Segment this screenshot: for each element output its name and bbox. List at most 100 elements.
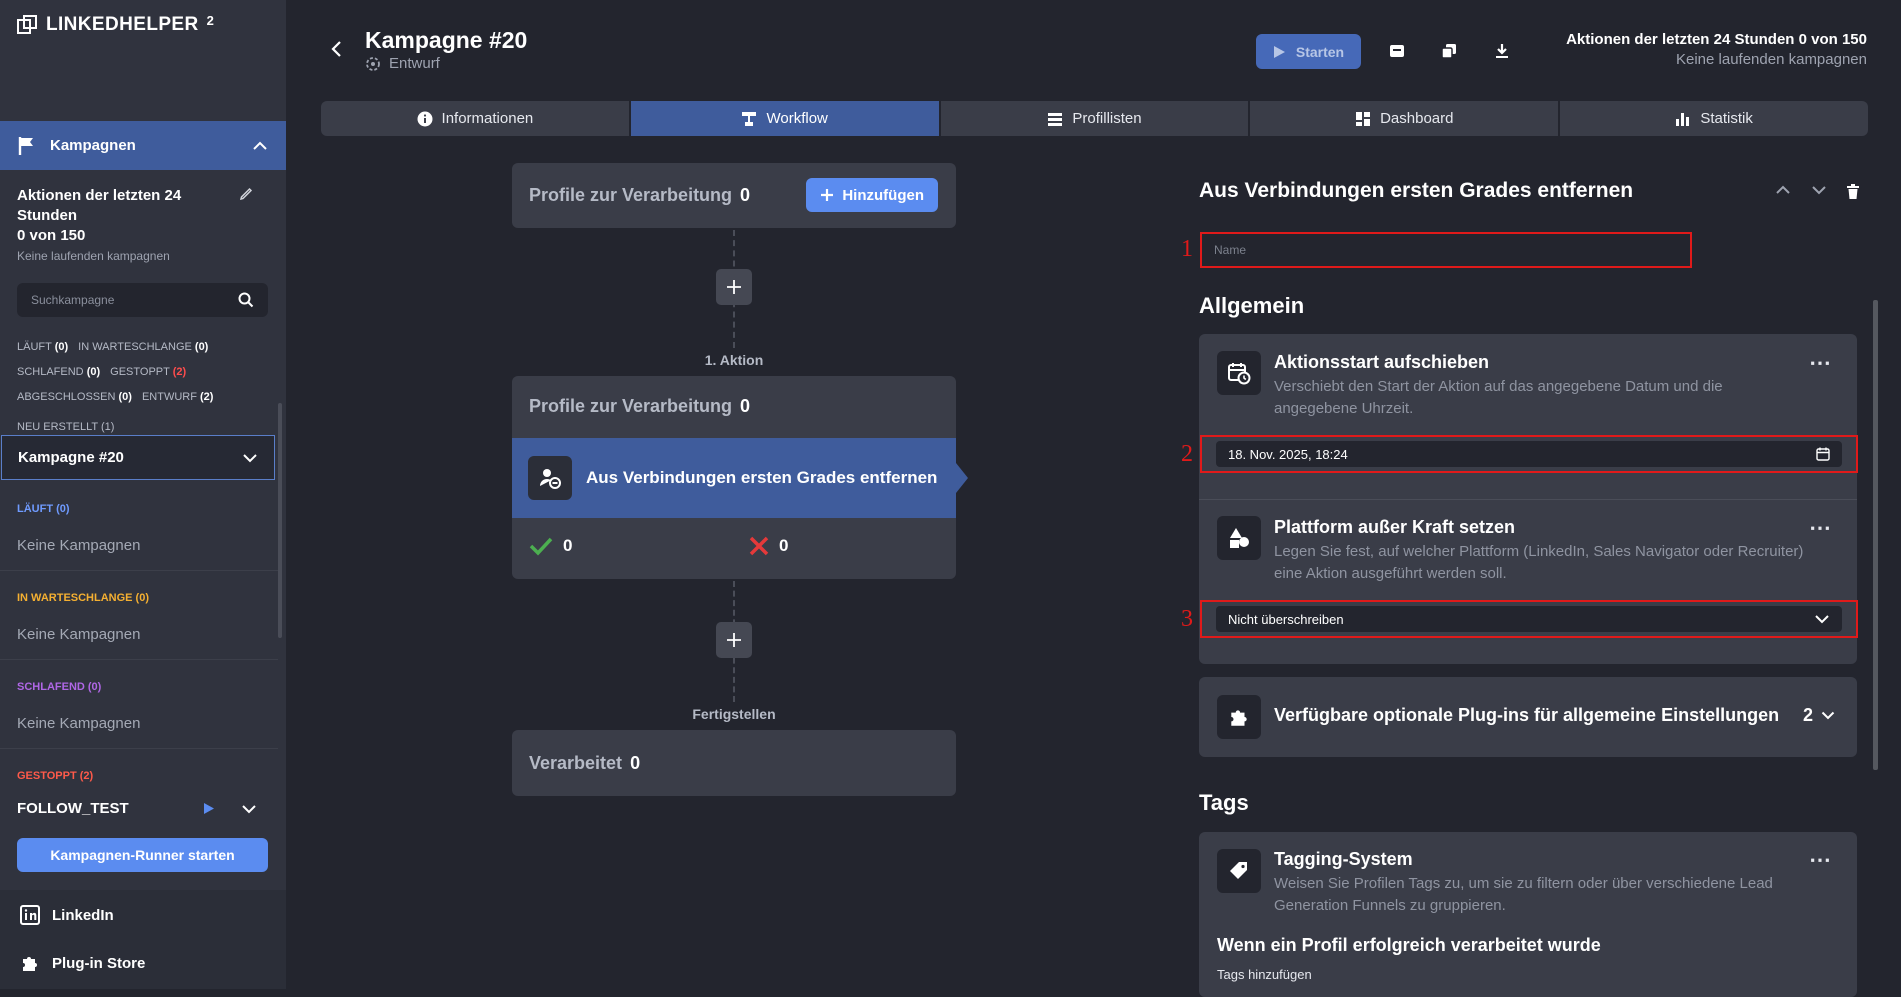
source-profiles: Profile zur Verarbeitung 0 (529, 185, 750, 206)
sidebar: LINKEDHELPER 2 Kampagnen Aktionen der let… (0, 0, 286, 989)
divider (0, 748, 278, 749)
more-options-icon[interactable]: ⋯ (1809, 847, 1832, 873)
add-step-button[interactable] (716, 622, 752, 658)
flag-icon (18, 136, 33, 155)
download-icon[interactable] (1493, 42, 1511, 60)
chevron-up-icon[interactable] (252, 141, 268, 151)
section-queued-label[interactable]: IN WARTESCHLANGE (0) (17, 592, 149, 604)
tab-profillisten[interactable]: Profillisten (940, 101, 1249, 136)
general-section-title: Allgemein (1199, 293, 1305, 318)
tab-statistik[interactable]: Statistik (1560, 101, 1868, 136)
more-options-icon[interactable]: ⋯ (1809, 515, 1832, 541)
filter-sleeping-label: SCHLAFEND (17, 365, 84, 378)
logo-superscript: 2 (206, 12, 215, 28)
dashboard-icon (1356, 111, 1371, 126)
campaign-status-label: Entwurf (389, 55, 440, 72)
filter-draft[interactable]: ENTWURF (2) (142, 391, 214, 403)
chevron-down-icon[interactable] (241, 804, 257, 814)
campaigns-header[interactable]: Kampagnen (0, 121, 286, 170)
filter-new[interactable]: NEU ERSTELLT (1) (17, 421, 114, 433)
campaign-search-input[interactable] (31, 293, 238, 307)
filter-done[interactable]: ABGESCHLOSSEN (0) (17, 391, 132, 403)
start-button[interactable]: Starten (1256, 34, 1361, 69)
processed-card[interactable]: Verarbeitet 0 (512, 730, 956, 796)
delay-datetime-input[interactable]: 18. Nov. 2025, 18:24 (1216, 441, 1842, 467)
filter-draft-count: (2) (200, 390, 214, 403)
actions-stats-sub: Keine laufenden kampagnen (17, 249, 170, 263)
selection-pointer (956, 463, 968, 493)
add-tags-label[interactable]: Tags hinzufügen (1217, 967, 1312, 982)
tab-workflow-label: Workflow (766, 110, 828, 127)
section-running-label[interactable]: LÄUFT (0) (17, 503, 70, 515)
pencil-icon[interactable] (239, 187, 253, 201)
chevron-up-icon[interactable] (1775, 184, 1791, 196)
delay-start-title: Aktionsstart aufschieben (1274, 352, 1490, 372)
plus-icon (727, 633, 741, 647)
chevron-down-icon[interactable] (242, 453, 258, 463)
more-options-icon[interactable]: ⋯ (1809, 350, 1832, 376)
source-profiles-card[interactable]: Profile zur Verarbeitung 0 Hinzufügen (512, 163, 956, 228)
cross-icon (749, 536, 769, 556)
calendar-icon[interactable] (1816, 447, 1830, 461)
section-sleeping-label[interactable]: SCHLAFEND (0) (17, 681, 101, 693)
list-icon (1048, 112, 1063, 126)
campaign-runner-button[interactable]: Kampagnen-Runner starten (17, 838, 268, 872)
play-icon (1273, 45, 1285, 58)
fail-counter: 0 (749, 536, 788, 556)
delay-datetime-field: 18. Nov. 2025, 18:24 (1200, 435, 1858, 473)
duplicate-icon[interactable] (1440, 42, 1458, 60)
panel-scrollbar[interactable] (1873, 300, 1878, 770)
tab-informationen[interactable]: Informationen (321, 101, 629, 136)
top-actions-status: Keine laufenden kampagnen (1676, 51, 1867, 68)
add-step-button[interactable] (716, 269, 752, 305)
filter-running[interactable]: LÄUFT (0) (17, 341, 68, 353)
tag-on-success-heading: Wenn ein Profil erfolgreich verarbeitet … (1217, 935, 1601, 955)
archive-icon[interactable] (1388, 42, 1406, 60)
calendar-clock-icon (1217, 351, 1261, 395)
filter-running-label: LÄUFT (17, 340, 52, 353)
step-name-field (1200, 232, 1692, 268)
remove-connection-icon (528, 456, 572, 500)
info-icon (417, 111, 433, 126)
finish-label: Fertigstellen (692, 706, 776, 722)
top-actions-count: Aktionen der letzten 24 Stunden 0 von 15… (1566, 31, 1867, 48)
chevron-down-icon[interactable] (1811, 184, 1827, 196)
search-icon[interactable] (238, 292, 254, 308)
add-profiles-button[interactable]: Hinzufügen (806, 178, 938, 212)
tab-workflow[interactable]: Workflow (630, 101, 939, 136)
filter-stopped[interactable]: GESTOPPT (2) (110, 366, 186, 378)
platform-override-title: Plattform außer Kraft setzen (1274, 517, 1516, 537)
workflow-icon (742, 111, 757, 126)
nav-linkedin[interactable]: LinkedIn (20, 905, 114, 925)
section-stopped-label[interactable]: GESTOPPT (2) (17, 770, 93, 782)
selected-campaign[interactable]: Kampagne #20 (1, 435, 275, 480)
campaigns-label: Kampagnen (50, 137, 136, 154)
trash-icon[interactable] (1846, 184, 1860, 200)
sidebar-scrollbar[interactable] (278, 403, 282, 638)
campaign-item-name: FOLLOW_TEST (17, 800, 129, 817)
nav-plugin-store[interactable]: Plug-in Store (20, 953, 145, 973)
chevron-down-icon (1821, 711, 1835, 720)
step-name-input[interactable] (1214, 243, 1678, 257)
filter-queued[interactable]: IN WARTESCHLANGE (0) (78, 341, 208, 353)
campaign-item-follow-test[interactable]: FOLLOW_TEST (17, 800, 285, 817)
tagging-system-title: Tagging-System (1274, 849, 1413, 869)
tagging-system-card: Tagging-System Weisen Sie Profilen Tags … (1199, 832, 1857, 997)
actions-stats: Aktionen der letzten 24 Stunden 0 von 15… (17, 186, 197, 246)
tab-dashboard[interactable]: Dashboard (1250, 101, 1559, 136)
filter-sleeping[interactable]: SCHLAFEND (0) (17, 366, 100, 378)
play-icon[interactable] (203, 802, 215, 815)
optional-plugins-title: Verfügbare optionale Plug-ins für allgem… (1274, 705, 1780, 725)
annotation-number: 2 (1181, 441, 1193, 467)
optional-plugins-card[interactable]: Verfügbare optionale Plug-ins für allgem… (1199, 677, 1857, 757)
optional-plugins-toggle[interactable]: 2 (1803, 705, 1835, 726)
tab-statistik-label: Statistik (1700, 110, 1753, 127)
logo-icon (17, 15, 37, 34)
selected-action-step[interactable]: Aus Verbindungen ersten Grades entfernen (512, 438, 956, 518)
back-arrow-icon[interactable] (330, 40, 342, 58)
filter-done-count: (0) (118, 390, 132, 403)
platform-select[interactable]: Nicht überschreiben (1216, 606, 1842, 632)
app-logo[interactable]: LINKEDHELPER 2 (16, 12, 215, 36)
success-counter: 0 (529, 536, 572, 556)
action-profiles: Profile zur Verarbeitung 0 (529, 396, 750, 417)
